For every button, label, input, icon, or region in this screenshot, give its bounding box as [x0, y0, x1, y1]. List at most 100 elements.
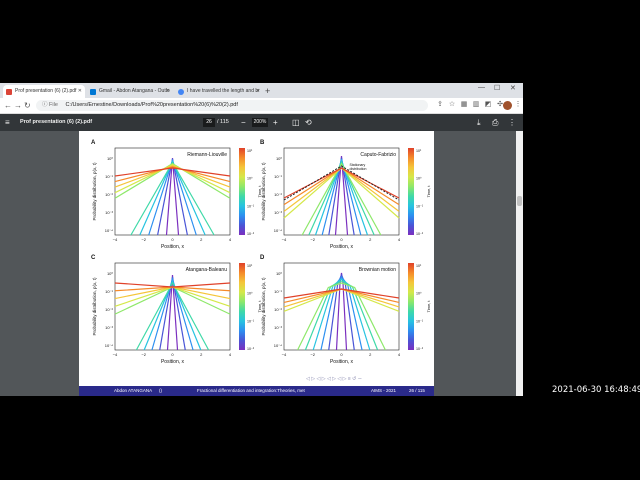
- new-tab-button[interactable]: +: [265, 85, 270, 98]
- x-tick-label: −4: [282, 237, 287, 242]
- tab-label: Gmail - Abdon Atangana - Outlo: [99, 88, 170, 94]
- curve: [308, 160, 375, 236]
- tab-pdf[interactable]: Prof presentation (6) (2).pdf ✕: [3, 85, 85, 98]
- curve: [114, 167, 231, 177]
- curve: [320, 276, 363, 351]
- y-tick-label: 10⁰: [276, 271, 282, 276]
- close-icon[interactable]: ✕: [256, 85, 260, 98]
- colorbar: [239, 148, 245, 235]
- x-axis-label: Position, x: [330, 359, 354, 365]
- tab-label: Prof presentation (6) (2).pdf: [15, 88, 77, 94]
- outlook-icon: [90, 89, 96, 95]
- panel-letter: D: [260, 255, 265, 261]
- colorbar-tick: 10⁻²: [247, 232, 255, 236]
- menu-icon[interactable]: ≡: [5, 114, 10, 131]
- panel-title: Atangana-Baleanu: [186, 267, 228, 273]
- panel-letter: A: [91, 140, 96, 146]
- curve: [135, 281, 210, 351]
- pdf-viewer[interactable]: A Riemann-Liouville 10⁰ 10⁻¹ 10⁻² 10⁻³ 10⁻⁴ −4 −…: [0, 131, 523, 396]
- curve: [130, 161, 215, 236]
- curve: [283, 167, 400, 206]
- page-number-input[interactable]: 26: [203, 118, 215, 127]
- x-tick-label: 4: [229, 352, 232, 357]
- y-tick-label: 10⁻⁴: [274, 343, 283, 348]
- y-axis-label: Probability distribution, p(x, t): [261, 162, 266, 221]
- reload-icon[interactable]: ↻: [24, 100, 31, 111]
- star-icon[interactable]: ☆: [448, 101, 456, 109]
- address-text: C:/Users/Ernestine/Downloads/Prof%20pres…: [65, 102, 238, 108]
- y-tick-label: 10⁻²: [274, 307, 283, 312]
- legend-label: distribution: [350, 167, 367, 171]
- print-icon[interactable]: ⎙: [492, 114, 498, 131]
- zoom-out-button[interactable]: −: [241, 114, 246, 131]
- colorbar-tick: 10⁰: [416, 177, 422, 181]
- extension-icon-2[interactable]: ◩: [484, 101, 492, 109]
- more-icon[interactable]: ⋮: [508, 114, 516, 131]
- scrollbar[interactable]: [516, 131, 523, 396]
- back-icon[interactable]: ←: [4, 100, 12, 111]
- address-bar[interactable]: ⓘ File C:/Users/Ernestine/Downloads/Prof…: [36, 100, 428, 111]
- file-scheme-label: File: [49, 102, 58, 108]
- zoom-in-button[interactable]: +: [273, 114, 278, 131]
- avatar[interactable]: [503, 101, 512, 110]
- pdf-icon: [6, 89, 12, 95]
- y-tick-label: 10⁻³: [274, 210, 283, 215]
- maximize-icon[interactable]: ☐: [494, 84, 500, 92]
- tab-outlook[interactable]: Gmail - Abdon Atangana - Outlo ✕: [87, 85, 173, 98]
- tab-google[interactable]: I have travelled the length and br ✕: [175, 85, 263, 98]
- colorbar-tick: 10⁻¹: [416, 204, 424, 208]
- colorbar: [408, 263, 414, 350]
- y-tick-label: 10⁰: [276, 156, 282, 161]
- y-axis-label: Probability distribution, p(x, t): [92, 162, 97, 221]
- scrollbar-thumb[interactable]: [517, 196, 522, 206]
- colorbar-tick: 10⁻²: [247, 347, 255, 351]
- download-icon[interactable]: ⤓: [477, 114, 481, 131]
- panel-letter: C: [91, 255, 96, 261]
- footer-author-extra: (): [159, 388, 162, 393]
- forward-icon[interactable]: →: [14, 100, 22, 111]
- close-icon[interactable]: ✕: [166, 85, 170, 98]
- x-tick-label: −4: [282, 352, 287, 357]
- y-tick-label: 10⁻⁴: [105, 343, 114, 348]
- zoom-level[interactable]: 200%: [252, 118, 268, 127]
- x-axis-label: Position, x: [161, 359, 185, 365]
- colorbar: [239, 263, 245, 350]
- beamer-navigation-icons[interactable]: ◁ ▷ ◁ ▷ ◁ ▷ ◁ ▷ ≡ ↺ ∽: [306, 376, 362, 382]
- curve: [114, 286, 231, 300]
- curve: [312, 278, 371, 351]
- extension-icon[interactable]: ▦: [460, 101, 468, 109]
- colorbar-tick: 10⁰: [247, 292, 253, 296]
- minimize-icon[interactable]: —: [478, 84, 485, 91]
- footer-title: Fractional differentiation and integrati…: [197, 388, 305, 393]
- y-tick-label: 10⁰: [107, 271, 113, 276]
- slide-footer: Abdon ATANGANA () Fractional differentia…: [79, 386, 434, 396]
- x-tick-label: 0: [171, 237, 174, 242]
- colorbar-tick: 10⁻¹: [247, 204, 255, 208]
- pdf-title: Prof presentation (6) (2).pdf: [20, 119, 93, 125]
- panel-letter: B: [260, 140, 265, 146]
- colorbar-tick: 10⁰: [247, 177, 253, 181]
- y-tick-label: 10⁻²: [274, 192, 283, 197]
- x-tick-label: −2: [141, 352, 146, 357]
- y-tick-label: 10⁻⁴: [274, 228, 283, 233]
- share-icon[interactable]: ⇪: [436, 101, 444, 109]
- x-tick-label: 0: [340, 352, 343, 357]
- y-tick-label: 10⁻¹: [274, 174, 283, 179]
- rotate-icon[interactable]: ⟲: [305, 114, 312, 131]
- colorbar-tick: 10⁻¹: [416, 319, 424, 323]
- close-window-icon[interactable]: ✕: [510, 84, 516, 92]
- panel-title: Riemann-Liouville: [187, 152, 227, 158]
- y-tick-label: 10⁻¹: [274, 289, 283, 294]
- x-tick-label: 4: [398, 237, 401, 242]
- y-tick-label: 10⁻³: [274, 325, 283, 330]
- close-icon[interactable]: ✕: [78, 85, 82, 98]
- x-tick-label: 2: [200, 237, 203, 242]
- menu-dots-icon[interactable]: ⋮: [514, 101, 522, 109]
- x-tick-label: 2: [200, 352, 203, 357]
- panel-title: Brownian motion: [359, 267, 396, 273]
- grid-icon[interactable]: ▥: [472, 101, 480, 109]
- colorbar-tick: 10¹: [416, 149, 422, 153]
- tab-label: I have travelled the length and br: [187, 88, 260, 94]
- panel-title: Caputo-Fabrizio: [360, 152, 396, 158]
- fit-page-icon[interactable]: ◫: [292, 114, 300, 131]
